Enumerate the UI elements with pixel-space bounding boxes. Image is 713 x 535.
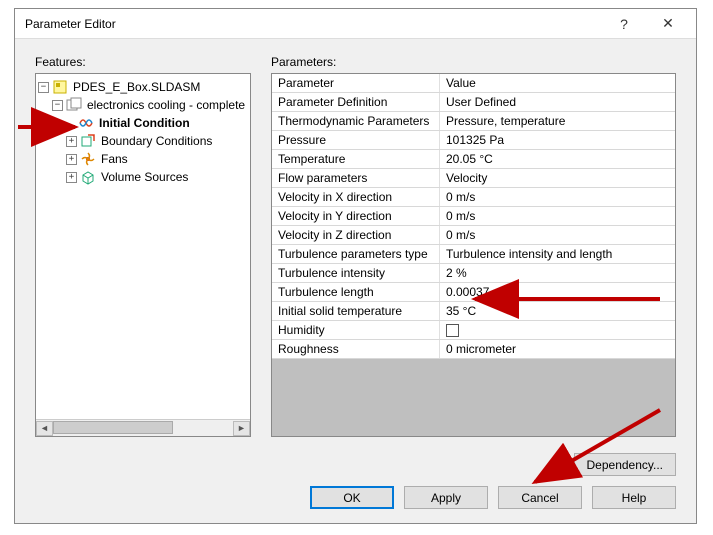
parameters-column: Parameters: Parameter Value Parameter De…	[271, 55, 676, 437]
grid-row[interactable]: Velocity in X direction0 m/s	[272, 188, 675, 207]
close-button[interactable]: ✕	[646, 10, 690, 38]
tree-label: PDES_E_Box.SLDASM	[71, 80, 202, 94]
grid-row[interactable]: Turbulence intensity2 %	[272, 264, 675, 283]
ok-button[interactable]: OK	[310, 486, 394, 509]
grid-row[interactable]: Velocity in Z direction0 m/s	[272, 226, 675, 245]
param-name: Initial solid temperature	[272, 302, 440, 320]
project-icon	[66, 97, 82, 113]
expand-toggle[interactable]: +	[66, 154, 77, 165]
scroll-thumb[interactable]	[53, 421, 173, 434]
tree-item-initial-condition[interactable]: Initial Condition	[38, 114, 248, 132]
param-name: Pressure	[272, 131, 440, 149]
scroll-left-button[interactable]: ◄	[36, 421, 53, 436]
param-value[interactable]: 0.00037 m	[440, 283, 675, 301]
param-value[interactable]: 20.05 °C	[440, 150, 675, 168]
tree-root[interactable]: − PDES_E_Box.SLDASM	[38, 78, 248, 96]
grid-row[interactable]: Turbulence parameters typeTurbulence int…	[272, 245, 675, 264]
tree-item-volume-sources[interactable]: + Volume Sources	[38, 168, 248, 186]
param-value[interactable]	[440, 322, 675, 339]
volume-sources-icon	[80, 169, 96, 185]
grid-body: Parameter DefinitionUser DefinedThermody…	[272, 93, 675, 359]
assembly-icon	[52, 79, 68, 95]
panes: Features: − PDES_E_Box.SLDASM −	[35, 55, 676, 437]
tree-label: Volume Sources	[99, 170, 190, 184]
col-header-name: Parameter	[272, 74, 440, 92]
scroll-track[interactable]	[53, 421, 233, 436]
grid-row[interactable]: Flow parametersVelocity	[272, 169, 675, 188]
param-name: Velocity in Z direction	[272, 226, 440, 244]
param-name: Roughness	[272, 340, 440, 358]
tree-item-fans[interactable]: + Fans	[38, 150, 248, 168]
tree-project[interactable]: − electronics cooling - complete	[38, 96, 248, 114]
scroll-right-button[interactable]: ►	[233, 421, 250, 436]
features-column: Features: − PDES_E_Box.SLDASM −	[35, 55, 251, 437]
param-name: Parameter Definition	[272, 93, 440, 111]
grid-row[interactable]: Humidity	[272, 321, 675, 340]
grid-row[interactable]: Turbulence length0.00037 m	[272, 283, 675, 302]
boundary-conditions-icon	[80, 133, 96, 149]
parameters-label: Parameters:	[271, 55, 676, 69]
grid-row[interactable]: Temperature20.05 °C	[272, 150, 675, 169]
apply-button[interactable]: Apply	[404, 486, 488, 509]
param-name: Turbulence length	[272, 283, 440, 301]
cancel-button[interactable]: Cancel	[498, 486, 582, 509]
param-value[interactable]: 0 m/s	[440, 226, 675, 244]
features-tree-box: − PDES_E_Box.SLDASM − electronics coo	[35, 73, 251, 437]
help-button[interactable]: Help	[592, 486, 676, 509]
tree-label: Boundary Conditions	[99, 134, 214, 148]
initial-condition-icon	[78, 115, 94, 131]
tree-label: Fans	[99, 152, 130, 166]
grid-header: Parameter Value	[272, 74, 675, 93]
expand-toggle[interactable]: +	[66, 172, 77, 183]
features-label: Features:	[35, 55, 251, 69]
param-value[interactable]: 101325 Pa	[440, 131, 675, 149]
grid-row[interactable]: Pressure101325 Pa	[272, 131, 675, 150]
grid-empty-area	[272, 359, 675, 436]
param-value[interactable]: Pressure, temperature	[440, 112, 675, 130]
tree-item-boundary-conditions[interactable]: + Boundary Conditions	[38, 132, 248, 150]
param-name: Velocity in X direction	[272, 188, 440, 206]
button-row-bottom: OK Apply Cancel Help	[35, 486, 676, 509]
tree-label: electronics cooling - complete	[85, 98, 247, 112]
param-name: Turbulence parameters type	[272, 245, 440, 263]
grid-row[interactable]: Roughness0 micrometer	[272, 340, 675, 359]
param-value[interactable]: 2 %	[440, 264, 675, 282]
tree-horizontal-scrollbar[interactable]: ◄ ►	[36, 419, 250, 436]
window-title: Parameter Editor	[25, 17, 602, 31]
tree-label: Initial Condition	[97, 116, 192, 130]
param-name: Humidity	[272, 321, 440, 339]
param-name: Turbulence intensity	[272, 264, 440, 282]
param-name: Thermodynamic Parameters	[272, 112, 440, 130]
features-tree[interactable]: − PDES_E_Box.SLDASM − electronics coo	[36, 74, 250, 419]
humidity-checkbox[interactable]	[446, 324, 459, 337]
param-name: Flow parameters	[272, 169, 440, 187]
param-value[interactable]: User Defined	[440, 93, 675, 111]
expand-toggle[interactable]: −	[52, 100, 63, 111]
grid-row[interactable]: Initial solid temperature35 °C	[272, 302, 675, 321]
grid-row[interactable]: Velocity in Y direction0 m/s	[272, 207, 675, 226]
param-value[interactable]: 0 m/s	[440, 188, 675, 206]
dependency-button[interactable]: Dependency...	[574, 453, 677, 476]
expand-toggle[interactable]: −	[38, 82, 49, 93]
param-name: Velocity in Y direction	[272, 207, 440, 225]
button-row-top: Dependency...	[35, 453, 676, 476]
param-value[interactable]: Turbulence intensity and length	[440, 245, 675, 263]
title-bar: Parameter Editor ? ✕	[15, 9, 696, 39]
grid-row[interactable]: Parameter DefinitionUser Defined	[272, 93, 675, 112]
parameters-grid: Parameter Value Parameter DefinitionUser…	[272, 74, 675, 436]
param-value[interactable]: 0 micrometer	[440, 340, 675, 358]
dialog-body: Features: − PDES_E_Box.SLDASM −	[15, 39, 696, 523]
expand-toggle[interactable]: +	[66, 136, 77, 147]
param-value[interactable]: 35 °C	[440, 302, 675, 320]
param-value[interactable]: 0 m/s	[440, 207, 675, 225]
help-context-button[interactable]: ?	[602, 10, 646, 38]
param-value[interactable]: Velocity	[440, 169, 675, 187]
parameter-editor-dialog: Parameter Editor ? ✕ Features: − PDES_E_…	[14, 8, 697, 524]
grid-row[interactable]: Thermodynamic ParametersPressure, temper…	[272, 112, 675, 131]
col-header-value: Value	[440, 74, 675, 92]
param-name: Temperature	[272, 150, 440, 168]
fans-icon	[80, 151, 96, 167]
parameters-grid-box: Parameter Value Parameter DefinitionUser…	[271, 73, 676, 437]
